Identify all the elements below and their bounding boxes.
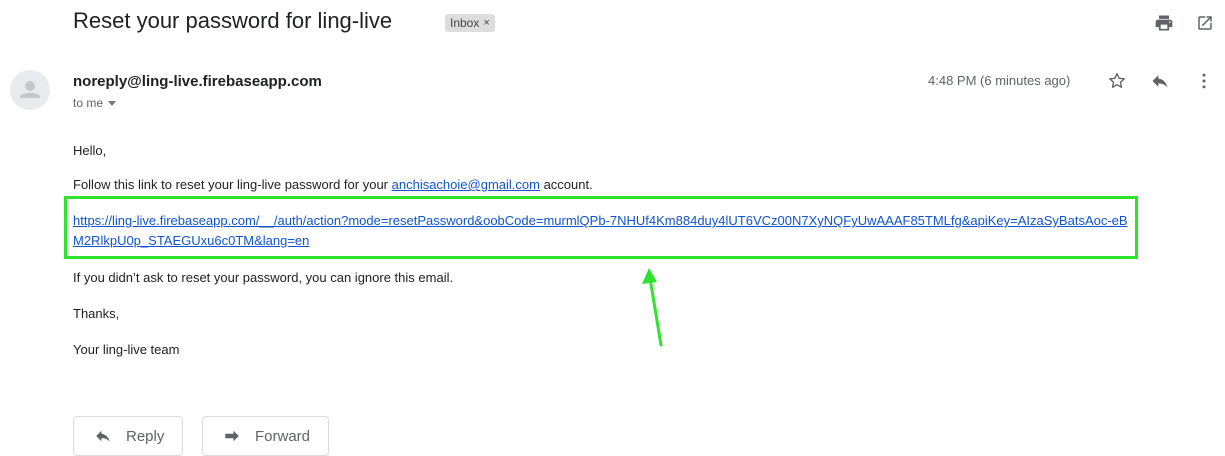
account-email-link[interactable]: anchisachoie@gmail.com (392, 177, 540, 192)
reply-button-label: Reply (126, 427, 165, 445)
annotation-arrow-icon (642, 268, 663, 347)
greeting-text: Hello, (73, 143, 107, 158)
instruction-prefix: Follow this link to reset your ling-live… (73, 177, 392, 192)
forward-button[interactable]: Forward (202, 416, 330, 456)
recipient-details-toggle[interactable]: to me (73, 96, 117, 110)
instruction-text: Follow this link to reset your ling-live… (73, 177, 593, 192)
reply-icon (94, 427, 112, 445)
instruction-suffix: account. (539, 177, 593, 192)
reply-icon[interactable] (1147, 68, 1173, 94)
forward-icon (223, 427, 241, 445)
email-timestamp: 4:48 PM (6 minutes ago) (928, 73, 1071, 88)
signature-text: Your ling-live team (73, 342, 180, 357)
thanks-text: Thanks, (73, 306, 120, 321)
ignore-note-text: If you didn’t ask to reset your password… (73, 270, 454, 285)
sender-email[interactable]: noreply@ling-live.firebaseapp.com (73, 73, 322, 90)
email-subject: Reset your password for ling-live (73, 8, 393, 33)
recipient-label: to me (73, 96, 104, 110)
more-vertical-icon[interactable] (1191, 68, 1217, 94)
sender-avatar[interactable] (10, 70, 50, 110)
avatar-person-icon (20, 81, 40, 98)
inbox-label-text: Inbox (450, 16, 480, 30)
chevron-down-icon (108, 100, 117, 106)
print-icon[interactable] (1153, 12, 1175, 34)
star-icon[interactable] (1104, 68, 1130, 94)
highlighted-reset-link-box: https://ling-live.firebaseapp.com/__/aut… (64, 196, 1138, 259)
forward-button-label: Forward (255, 427, 311, 445)
remove-label-icon[interactable]: × (483, 14, 489, 32)
reset-password-link[interactable]: https://ling-live.firebaseapp.com/__/aut… (73, 211, 1137, 251)
reply-button[interactable]: Reply (73, 416, 184, 456)
open-in-new-window-icon[interactable] (1194, 12, 1216, 34)
inbox-label-badge[interactable]: Inbox × (445, 14, 495, 32)
